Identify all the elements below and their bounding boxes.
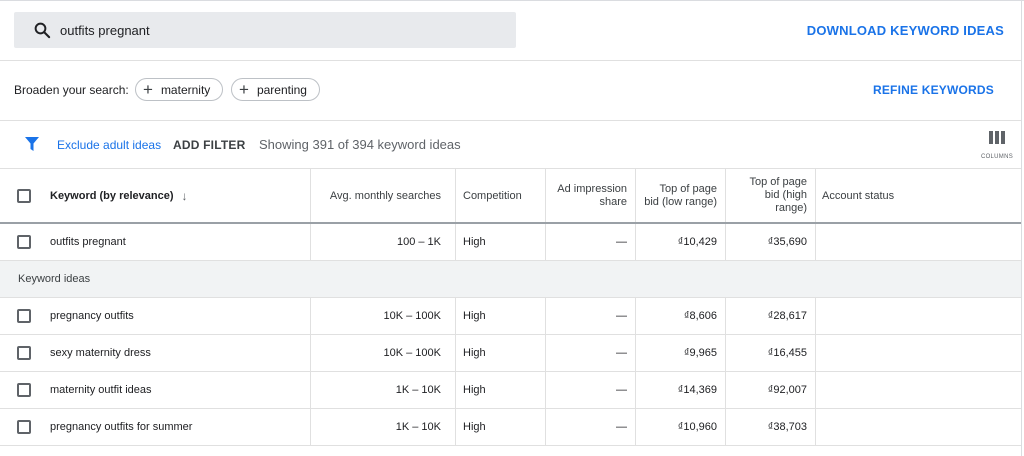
row-checkbox[interactable] [17,383,31,397]
header-avg-monthly-searches[interactable]: Avg. monthly searches [310,169,455,222]
plus-icon: + [143,80,153,99]
cell-bid-high: ₫35,690 [767,236,807,248]
chip-label: parenting [256,82,307,97]
row-checkbox-cell [0,298,50,334]
cell-impression: — [616,236,627,248]
table-row[interactable]: pregnancy outfits 10K – 100K High — ₫8,6… [0,298,1021,335]
table-row[interactable]: sexy maternity dress 10K – 100K High — ₫… [0,335,1021,372]
table-row[interactable]: pregnancy outfits for summer 1K – 10K Hi… [0,409,1021,446]
cell-competition: High [463,236,486,248]
cell-status [815,409,1021,445]
broaden-chip-maternity[interactable]: + maternity [135,78,224,101]
header-line: Ad impression [557,182,627,195]
header-line: range) [775,202,807,214]
header-account-status[interactable]: Account status [815,169,1021,222]
cell-status [815,335,1021,371]
table-row[interactable]: outfits pregnant 100 – 1K High — ₫10,429… [0,224,1021,261]
search-input[interactable] [60,22,460,38]
header-line: Top of page [659,182,718,195]
cell-bid-low: ₫14,369 [677,384,717,396]
cell-bid-low: ₫9,965 [683,347,717,359]
columns-label: COLUMNS [980,154,1014,160]
cell-keyword: pregnancy outfits [50,310,134,322]
search-bar[interactable] [14,12,516,48]
right-divider [1021,0,1022,456]
cell-status [815,224,1021,260]
cell-avg: 1K – 10K [395,421,441,433]
columns-button[interactable]: COLUMNS [979,131,1015,160]
select-all-cell [0,169,50,222]
cell-competition: High [463,421,486,433]
header-competition[interactable]: Competition [455,169,545,222]
sort-down-icon: ↓ [181,188,188,203]
table-row[interactable]: maternity outfit ideas 1K – 10K High — ₫… [0,372,1021,409]
cell-bid-high: ₫38,703 [767,421,807,433]
top-divider [0,0,1024,1]
cell-bid-high: ₫28,617 [767,310,807,322]
refine-keywords-link[interactable]: REFINE KEYWORDS [873,83,994,97]
cell-impression: — [616,310,627,322]
cell-bid-low: ₫10,429 [677,236,717,248]
row-checkbox[interactable] [17,346,31,360]
row-checkbox-cell [0,409,50,445]
header-top-bid-high[interactable]: Top of page bid (high range) [725,169,815,222]
chip-label: maternity [160,82,211,97]
divider [0,120,1021,121]
cell-avg: 10K – 100K [383,347,442,359]
add-filter-button[interactable]: ADD FILTER [173,138,245,152]
row-checkbox[interactable] [17,235,31,249]
cell-bid-low: ₫8,606 [683,310,717,322]
header-line: bid (high [764,189,807,201]
cell-impression: — [616,421,627,433]
divider [0,60,1021,61]
cell-impression: — [616,347,627,359]
table-header-row: Keyword (by relevance) ↓ Avg. monthly sea… [0,169,1021,224]
row-checkbox-cell [0,224,50,260]
header-line: bid (low range) [644,195,717,208]
section-row-keyword-ideas: Keyword ideas [0,261,1021,298]
cell-status [815,298,1021,334]
row-checkbox-cell [0,335,50,371]
filter-icon[interactable] [25,137,39,155]
cell-bid-high: ₫92,007 [767,384,807,396]
plus-icon: + [239,80,249,99]
broaden-label: Broaden your search: [14,83,129,97]
cell-keyword: maternity outfit ideas [50,384,152,396]
header-top-bid-low[interactable]: Top of page bid (low range) [635,169,725,222]
cell-keyword: sexy maternity dress [50,347,151,359]
cell-competition: High [463,384,486,396]
columns-icon [989,131,1005,147]
cell-avg: 1K – 10K [395,384,441,396]
header-keyword-label: Keyword (by relevance) [50,189,174,202]
select-all-checkbox[interactable] [17,188,31,203]
cell-keyword: outfits pregnant [50,236,126,248]
row-checkbox-cell [0,372,50,408]
search-icon [32,20,52,40]
cell-status [815,372,1021,408]
row-checkbox[interactable] [17,309,31,323]
row-checkbox[interactable] [17,420,31,434]
keyword-table: Keyword (by relevance) ↓ Avg. monthly sea… [0,169,1021,446]
exclude-adult-ideas-filter[interactable]: Exclude adult ideas [57,138,161,152]
cell-competition: High [463,310,486,322]
header-keyword[interactable]: Keyword (by relevance) ↓ [50,169,310,222]
results-count: Showing 391 of 394 keyword ideas [259,137,461,152]
section-label: Keyword ideas [18,273,91,285]
cell-bid-high: ₫16,455 [767,347,807,359]
cell-bid-low: ₫10,960 [677,421,717,433]
cell-competition: High [463,347,486,359]
broaden-chip-parenting[interactable]: + parenting [231,78,320,101]
cell-keyword: pregnancy outfits for summer [50,421,193,433]
download-keyword-ideas-link[interactable]: DOWNLOAD KEYWORD IDEAS [807,23,1004,38]
cell-impression: — [616,384,627,396]
header-line: Top of page [749,176,808,188]
header-ad-impression-share[interactable]: Ad impression share [545,169,635,222]
cell-avg: 10K – 100K [383,310,442,322]
header-line: share [599,195,627,208]
cell-avg: 100 – 1K [396,236,441,248]
